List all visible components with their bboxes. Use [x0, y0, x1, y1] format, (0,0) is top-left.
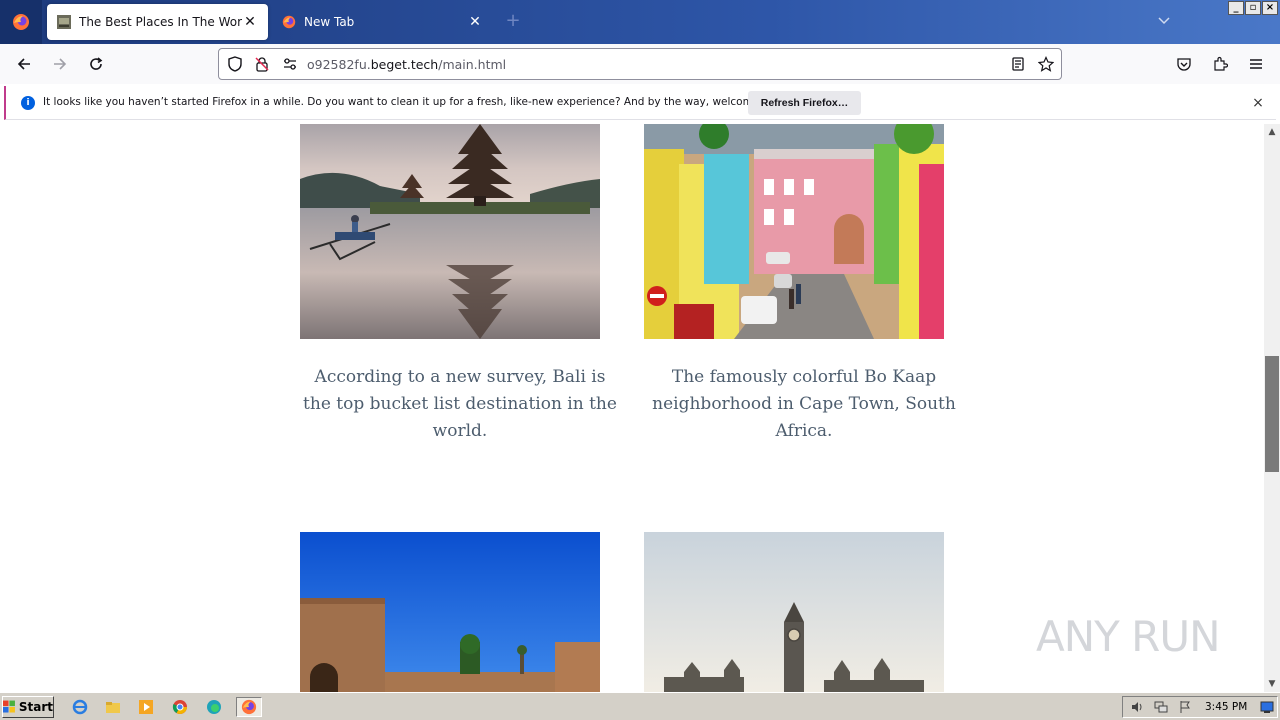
- windows-taskbar: Start 3:45 PM: [0, 692, 1280, 720]
- reload-icon[interactable]: [86, 54, 106, 74]
- url-host: beget.tech: [370, 57, 439, 72]
- refresh-firefox-button[interactable]: Refresh Firefox…: [748, 91, 861, 115]
- extensions-icon[interactable]: [1210, 54, 1230, 74]
- pocket-icon[interactable]: [1174, 54, 1194, 74]
- notification-bar: i It looks like you haven’t started Fire…: [4, 86, 1276, 120]
- url-path: /main.html: [438, 57, 507, 72]
- firefox-menu-button[interactable]: [0, 0, 42, 44]
- bo-kaap-photo: [644, 124, 944, 339]
- new-tab-button[interactable]: +: [503, 12, 523, 32]
- scroll-thumb[interactable]: [1265, 356, 1279, 472]
- url-prefix: o92582fu.: [307, 57, 371, 72]
- url-text[interactable]: o92582fu.beget.tech/main.html: [307, 57, 506, 72]
- tab-bar: The Best Places In The World ✕ New Tab ✕…: [0, 0, 1280, 44]
- hamburger-menu-icon[interactable]: [1246, 54, 1266, 74]
- marrakech-palace-photo: [300, 532, 600, 692]
- ie-icon[interactable]: [70, 697, 90, 717]
- scroll-up-arrow-icon[interactable]: ▲: [1264, 124, 1280, 140]
- site-favicon-icon: [57, 15, 71, 29]
- firefox-icon: [241, 699, 257, 715]
- start-label: Start: [18, 700, 53, 714]
- clock: 3:45 PM: [1205, 701, 1248, 713]
- tab-best-places[interactable]: The Best Places In The World ✕: [47, 4, 268, 40]
- media-player-icon[interactable]: [136, 697, 156, 717]
- back-arrow-icon[interactable]: [14, 54, 34, 74]
- system-tray: [1122, 696, 1278, 718]
- bali-temple-photo: [300, 124, 600, 339]
- network-icon[interactable]: [1151, 697, 1171, 717]
- window-controls: _ ▫ ×: [1228, 1, 1278, 15]
- page-scrollbar[interactable]: ▲ ▼: [1264, 124, 1280, 692]
- url-bar[interactable]: o92582fu.beget.tech/main.html: [218, 48, 1062, 80]
- flag-icon[interactable]: [1175, 697, 1195, 717]
- tab-list-chevron-down-icon[interactable]: [1157, 12, 1177, 32]
- close-notification-icon[interactable]: ×: [1250, 95, 1266, 111]
- anyrun-watermark: ANY RUN: [1036, 612, 1220, 661]
- firefox-icon: [282, 15, 296, 29]
- close-tab-icon[interactable]: ✕: [242, 14, 258, 30]
- minimize-button[interactable]: _: [1228, 1, 1244, 15]
- restore-button[interactable]: ▫: [1245, 1, 1261, 15]
- shield-icon[interactable]: [225, 54, 245, 74]
- tab-title: The Best Places In The World: [79, 15, 242, 29]
- volume-icon[interactable]: [1127, 697, 1147, 717]
- tab-new-tab[interactable]: New Tab ✕: [272, 4, 493, 40]
- page-content: According to a new survey, Bali is the t…: [0, 124, 1264, 692]
- start-button[interactable]: Start: [2, 696, 54, 718]
- notification-message: It looks like you haven’t started Firefo…: [43, 96, 792, 108]
- insecure-lock-icon[interactable]: [252, 54, 272, 74]
- windows-logo-icon: [3, 700, 15, 713]
- firefox-logo-icon: [13, 14, 29, 30]
- reader-view-icon[interactable]: [1008, 54, 1028, 74]
- close-window-button[interactable]: ×: [1262, 1, 1278, 15]
- site-permissions-icon[interactable]: [280, 54, 300, 74]
- chrome-icon[interactable]: [170, 697, 190, 717]
- show-desktop-icon[interactable]: [1257, 697, 1277, 717]
- navigation-toolbar: o92582fu.beget.tech/main.html: [0, 44, 1280, 84]
- explorer-icon[interactable]: [103, 697, 123, 717]
- forward-arrow-icon[interactable]: [50, 54, 70, 74]
- bo-kaap-caption: The famously colorful Bo Kaap neighborho…: [652, 367, 956, 441]
- tab-title: New Tab: [304, 15, 355, 29]
- close-tab-icon[interactable]: ✕: [467, 14, 483, 30]
- london-big-ben-photo: [644, 532, 944, 692]
- bookmark-star-icon[interactable]: [1036, 54, 1056, 74]
- bali-caption: According to a new survey, Bali is the t…: [303, 367, 617, 441]
- info-icon: i: [21, 96, 35, 110]
- firefox-taskbar-button[interactable]: [236, 697, 262, 717]
- edge-icon[interactable]: [204, 697, 224, 717]
- scroll-down-arrow-icon[interactable]: ▼: [1264, 676, 1280, 692]
